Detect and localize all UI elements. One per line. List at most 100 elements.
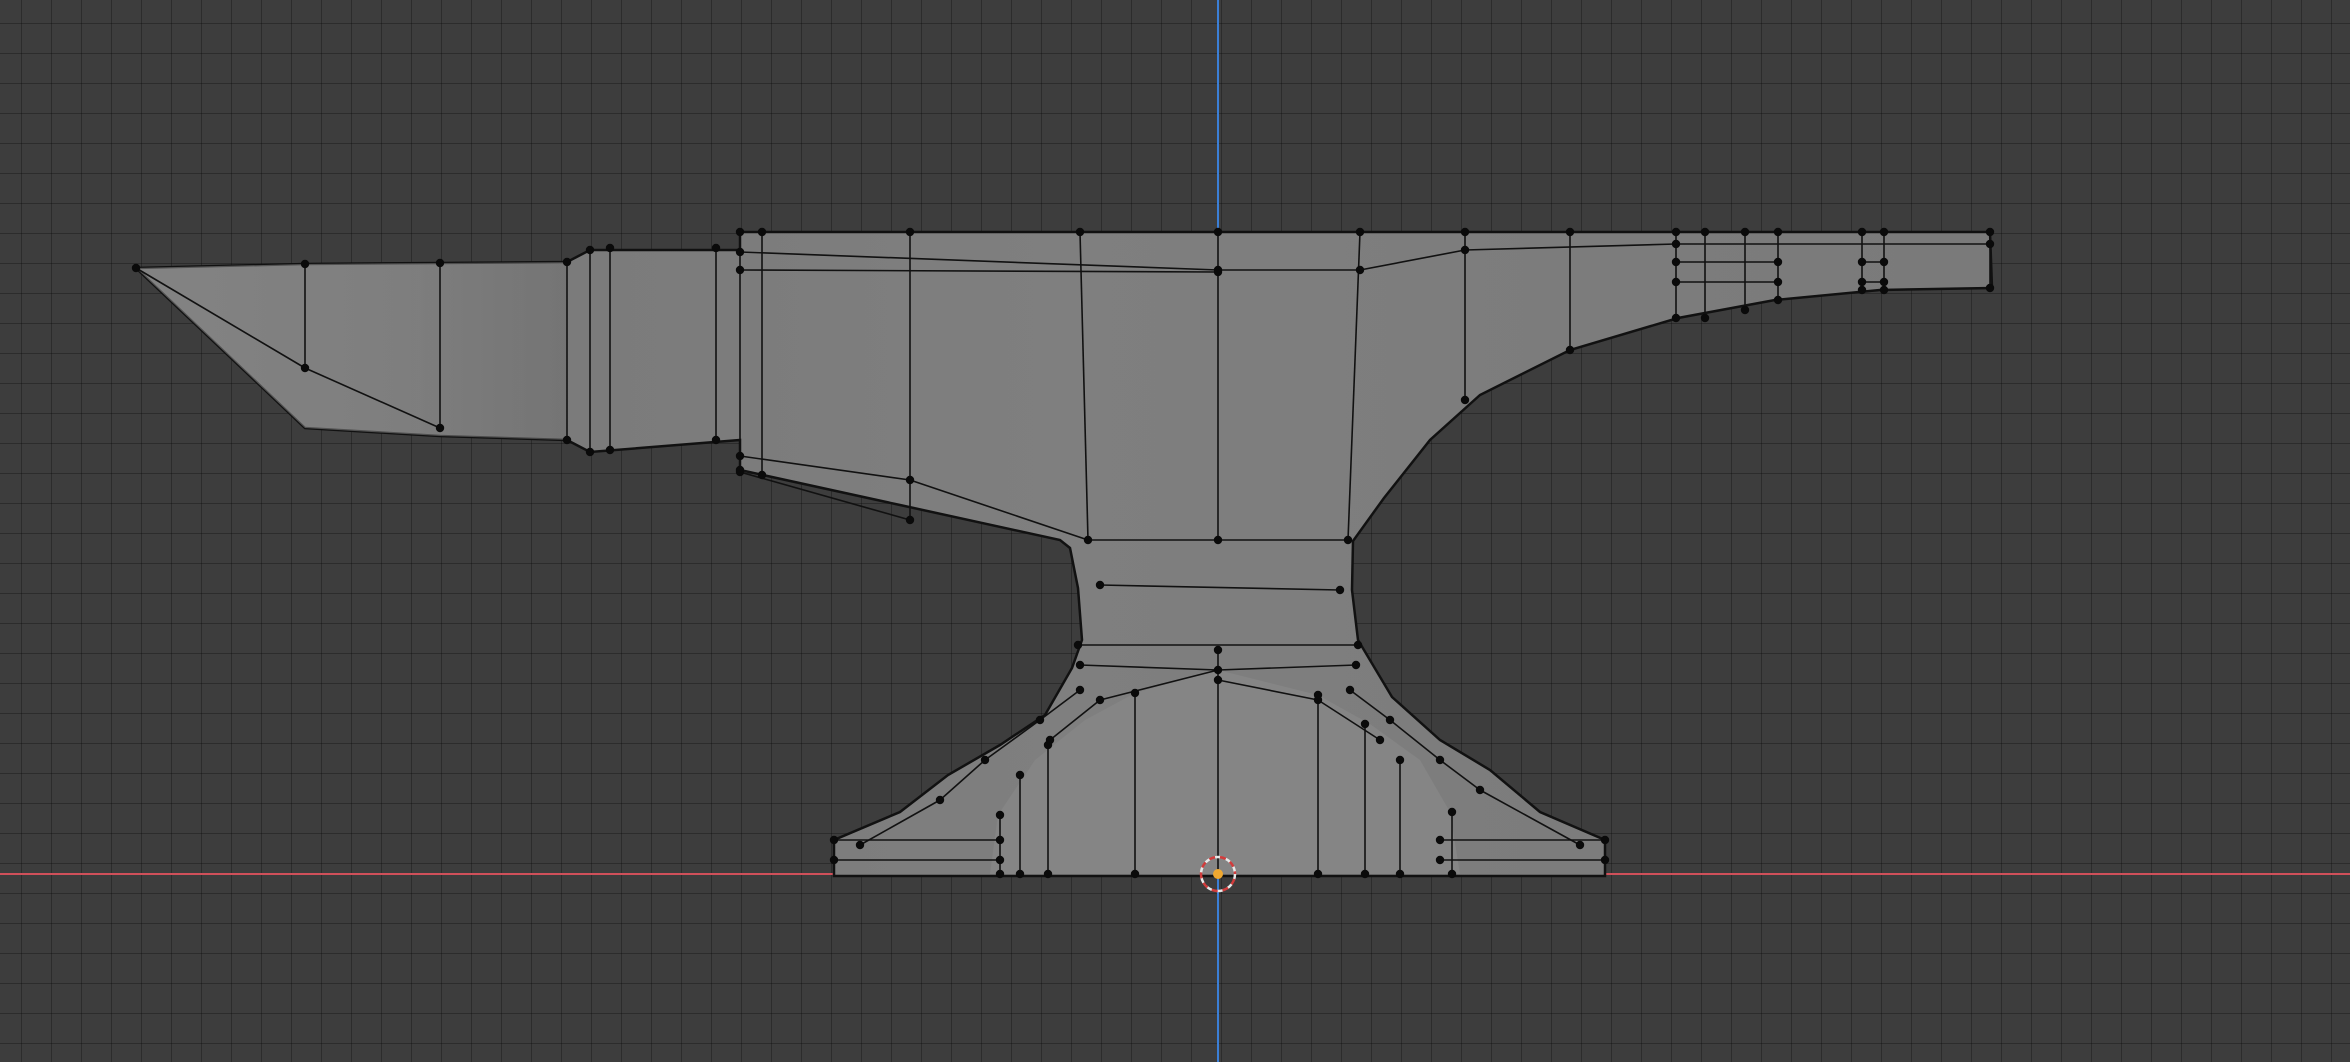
mesh-vertex[interactable]: [1671, 313, 1681, 323]
mesh-vertex[interactable]: [1213, 645, 1223, 655]
mesh-vertex[interactable]: [1700, 227, 1710, 237]
mesh-vertex[interactable]: [711, 435, 721, 445]
mesh-vertex[interactable]: [1460, 395, 1470, 405]
mesh-vertex[interactable]: [1035, 715, 1045, 725]
mesh-vertex[interactable]: [995, 810, 1005, 820]
mesh-vertex[interactable]: [1075, 227, 1085, 237]
mesh-vertex[interactable]: [1435, 835, 1445, 845]
mesh-vertex[interactable]: [1355, 227, 1365, 237]
mesh-vertex[interactable]: [1773, 227, 1783, 237]
mesh-vertex[interactable]: [1879, 227, 1889, 237]
mesh-vertex[interactable]: [1575, 840, 1585, 850]
mesh-vertex[interactable]: [1671, 257, 1681, 267]
mesh-vertex[interactable]: [1879, 277, 1889, 287]
mesh-vertex[interactable]: [1083, 535, 1093, 545]
mesh-vertex[interactable]: [1213, 535, 1223, 545]
mesh-vertex[interactable]: [995, 855, 1005, 865]
mesh-vertex[interactable]: [735, 467, 745, 477]
mesh-vertex[interactable]: [1475, 785, 1485, 795]
mesh-vertex[interactable]: [1773, 277, 1783, 287]
mesh-vertex[interactable]: [1075, 685, 1085, 695]
3d-viewport[interactable]: [0, 0, 2350, 1062]
mesh-vertex[interactable]: [1671, 227, 1681, 237]
mesh-vertex[interactable]: [1565, 345, 1575, 355]
mesh-vertex[interactable]: [735, 247, 745, 257]
mesh-vertex[interactable]: [1671, 277, 1681, 287]
mesh-vertex[interactable]: [1565, 227, 1575, 237]
mesh-vertex[interactable]: [1435, 755, 1445, 765]
mesh-vertex[interactable]: [1740, 305, 1750, 315]
mesh-vertex[interactable]: [905, 475, 915, 485]
mesh-vertex[interactable]: [1213, 267, 1223, 277]
mesh-vertex[interactable]: [1045, 735, 1055, 745]
mesh-vertex[interactable]: [1345, 685, 1355, 695]
mesh-vertex[interactable]: [905, 515, 915, 525]
mesh-vertex[interactable]: [855, 840, 865, 850]
mesh-vertex[interactable]: [1395, 869, 1405, 879]
mesh-vertex[interactable]: [1460, 245, 1470, 255]
mesh-vertex[interactable]: [1353, 640, 1363, 650]
mesh-vertex[interactable]: [605, 243, 615, 253]
mesh-vertex[interactable]: [1600, 855, 1610, 865]
mesh-vertex[interactable]: [735, 265, 745, 275]
mesh-vertex[interactable]: [1879, 257, 1889, 267]
mesh-vertex[interactable]: [585, 245, 595, 255]
mesh-vertex[interactable]: [1879, 285, 1889, 295]
mesh-vertex[interactable]: [1360, 719, 1370, 729]
mesh-vertex[interactable]: [1460, 227, 1470, 237]
mesh-vertex[interactable]: [1985, 283, 1995, 293]
mesh-vertex[interactable]: [1343, 535, 1353, 545]
mesh-vertex[interactable]: [1985, 227, 1995, 237]
mesh-vertex[interactable]: [980, 755, 990, 765]
mesh-vertex[interactable]: [1213, 227, 1223, 237]
mesh-vertex[interactable]: [1435, 855, 1445, 865]
mesh-vertex[interactable]: [1700, 313, 1710, 323]
mesh-vertex[interactable]: [1671, 239, 1681, 249]
mesh-vertex[interactable]: [829, 855, 839, 865]
mesh-vertex[interactable]: [1351, 660, 1361, 670]
mesh-vertex[interactable]: [1395, 755, 1405, 765]
mesh-vertex[interactable]: [1130, 688, 1140, 698]
mesh-vertex[interactable]: [1075, 660, 1085, 670]
mesh-vertex[interactable]: [1773, 257, 1783, 267]
mesh-vertex[interactable]: [1015, 770, 1025, 780]
mesh-vertex[interactable]: [1213, 675, 1223, 685]
mesh-vertex[interactable]: [711, 243, 721, 253]
mesh-vertex[interactable]: [1857, 257, 1867, 267]
mesh-vertex[interactable]: [995, 835, 1005, 845]
mesh-vertex[interactable]: [562, 257, 572, 267]
mesh-vertex[interactable]: [1043, 869, 1053, 879]
mesh-vertex[interactable]: [1857, 277, 1867, 287]
mesh-vertex[interactable]: [1857, 285, 1867, 295]
mesh-vertex[interactable]: [1375, 735, 1385, 745]
mesh-vertex[interactable]: [735, 227, 745, 237]
mesh-vertex[interactable]: [935, 795, 945, 805]
viewport-scene[interactable]: [0, 0, 2350, 1062]
mesh-vertex[interactable]: [1130, 869, 1140, 879]
mesh-vertex[interactable]: [1095, 695, 1105, 705]
mesh-vertex[interactable]: [995, 869, 1005, 879]
mesh-vertex[interactable]: [435, 423, 445, 433]
mesh-vertex[interactable]: [435, 258, 445, 268]
mesh-vertex[interactable]: [1600, 835, 1610, 845]
mesh-vertex[interactable]: [1015, 869, 1025, 879]
mesh-vertex[interactable]: [1985, 239, 1995, 249]
mesh-vertex[interactable]: [757, 227, 767, 237]
mesh-vertex[interactable]: [1213, 665, 1223, 675]
mesh-vertex[interactable]: [1313, 869, 1323, 879]
mesh-vertex[interactable]: [1355, 265, 1365, 275]
mesh-vertex[interactable]: [605, 445, 615, 455]
mesh-vertex[interactable]: [1740, 227, 1750, 237]
mesh-vertex[interactable]: [735, 451, 745, 461]
mesh-vertex[interactable]: [131, 263, 141, 273]
mesh-vertex[interactable]: [1335, 585, 1345, 595]
mesh-vertex[interactable]: [1385, 715, 1395, 725]
mesh-vertex[interactable]: [905, 227, 915, 237]
mesh-vertex[interactable]: [1857, 227, 1867, 237]
mesh-vertex[interactable]: [300, 259, 310, 269]
mesh-vertex[interactable]: [757, 470, 767, 480]
mesh-vertex[interactable]: [300, 363, 310, 373]
mesh-vertex[interactable]: [1360, 869, 1370, 879]
mesh-vertex[interactable]: [1313, 695, 1323, 705]
mesh-vertex[interactable]: [829, 835, 839, 845]
